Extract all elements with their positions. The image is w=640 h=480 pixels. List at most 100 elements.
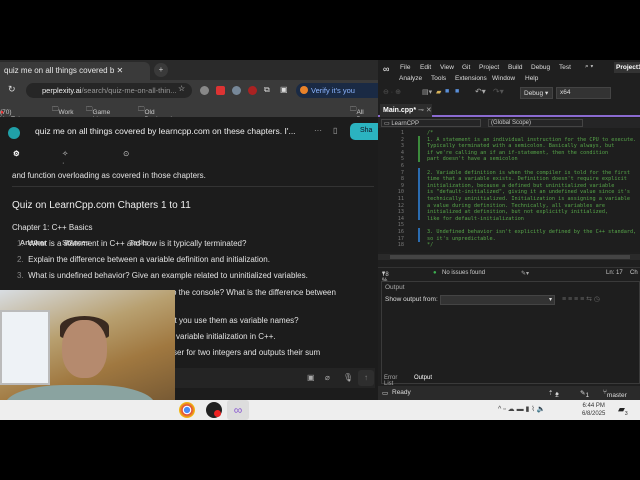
pin-close-icons[interactable]: ⊸ ✕ xyxy=(418,107,432,114)
menu-git[interactable]: Git xyxy=(462,64,470,71)
output-source-dropdown[interactable]: ▾ xyxy=(440,295,555,305)
tab-tasks[interactable]: ⊙ Tasks xyxy=(123,149,148,247)
doc-tab-main-cpp[interactable]: Main.cpp* ⊸ ✕ xyxy=(380,104,432,117)
reload-icon[interactable]: ↻ xyxy=(8,84,16,95)
model-icon[interactable]: ▣ xyxy=(307,373,315,382)
platform-dropdown[interactable]: x64 xyxy=(556,87,611,99)
vs-logo-icon: ∞ xyxy=(383,64,390,74)
code-line: 2. Variable definition is when the compi… xyxy=(427,169,631,176)
system-tray-icons[interactable]: ^ ▫ ☁ ▬ ▮ ⌇ 🔈 xyxy=(498,405,545,413)
line-number: 14 xyxy=(397,215,404,222)
question-text: ser for two integers and outputs their s… xyxy=(173,348,321,357)
code-line: Typically terminated with a semicolon. B… xyxy=(427,143,615,150)
visual-studio-icon[interactable]: ∞ xyxy=(227,400,249,420)
clock[interactable]: 6:44 PM 6/8/2025 xyxy=(582,402,605,418)
project-button[interactable]: Project1 xyxy=(614,62,640,73)
bookmark-icon[interactable]: ▯ xyxy=(333,126,337,135)
bookmark-work[interactable]: 🗀 Work xyxy=(52,105,74,116)
code-editor[interactable]: 1 /* 2 1. A statement is an individual inst… xyxy=(378,128,640,252)
save-icon[interactable]: ■ xyxy=(445,88,449,95)
address-bar[interactable]: perplexity.ai/search/quiz-me-on-all-thin… xyxy=(26,83,192,98)
submit-button[interactable]: ↑ xyxy=(358,370,374,386)
output-title: Output xyxy=(385,284,405,291)
space-icon[interactable] xyxy=(8,127,20,139)
page-title: quiz me on all things covered by learncp… xyxy=(35,126,296,136)
question-text: What is a statement in C++ and how is it… xyxy=(28,239,247,248)
save-all-icon[interactable]: ■ xyxy=(455,88,459,95)
new-project-icon[interactable]: ▤▾ xyxy=(422,88,432,96)
notification-count: 3 xyxy=(624,410,628,417)
notification-icon[interactable]: ▰3 xyxy=(618,404,628,417)
menu-tools[interactable]: Tools xyxy=(431,75,446,82)
edits-indicator[interactable]: ✎ 1 xyxy=(580,389,589,399)
mic-icon[interactable]: 🎙 xyxy=(343,373,353,382)
verify-banner[interactable]: Verify it's you xyxy=(296,83,378,98)
menu-window[interactable]: Window xyxy=(492,75,515,82)
menu-file[interactable]: File xyxy=(400,64,410,71)
app-icon[interactable] xyxy=(206,402,222,418)
menu-edit[interactable]: Edit xyxy=(420,64,431,71)
bookmark-label: Work xyxy=(58,109,74,116)
share-button[interactable]: Sha xyxy=(350,123,378,140)
url-domain: perplexity.ai xyxy=(42,86,82,95)
status-text: Ready xyxy=(392,389,411,396)
menu-help[interactable]: Help xyxy=(525,75,538,82)
scope-dropdown[interactable]: (Global Scope) xyxy=(488,119,583,127)
project-dropdown[interactable]: ▭ LearnCPP xyxy=(381,119,481,127)
extension-icon[interactable] xyxy=(216,86,225,95)
configuration-dropdown[interactable]: Debug ▾ xyxy=(520,87,553,99)
open-icon[interactable]: ▰ xyxy=(436,88,441,96)
scrollbar-thumb[interactable] xyxy=(390,255,630,259)
issues-status[interactable]: No issues found xyxy=(442,270,485,276)
question-text: Explain the difference between a variabl… xyxy=(28,255,270,264)
ublock-icon[interactable] xyxy=(248,86,257,95)
close-tab-icon[interactable]: ✕ xyxy=(117,66,124,75)
menu-build[interactable]: Build xyxy=(508,64,522,71)
config-value: Debug xyxy=(524,90,544,97)
line-number: 10 xyxy=(397,189,404,196)
more-icon[interactable]: ··· xyxy=(314,126,322,135)
attach-icon[interactable]: ⌀ xyxy=(325,373,330,382)
browser-tab[interactable]: quiz me on all things covered b ✕ xyxy=(0,62,150,80)
line-indicator: Ln: 17 xyxy=(606,270,623,276)
menu-analyze[interactable]: Analyze xyxy=(399,75,422,82)
menu-debug[interactable]: Debug xyxy=(531,64,550,71)
new-tab-button[interactable]: + xyxy=(154,63,168,77)
project-dd-value: LearnCPP xyxy=(391,121,420,127)
redo-icon[interactable]: ↷▾ xyxy=(493,87,504,96)
publish-indicator[interactable]: ⇡ 2 ▴ xyxy=(548,389,559,399)
line-number: 16 xyxy=(397,229,404,235)
nav-back-forward-icon[interactable]: ⊖ · ⊕ xyxy=(383,88,401,96)
cleanup-icon[interactable]: ✎▾ xyxy=(521,270,529,277)
menu-project[interactable]: Project xyxy=(479,64,499,71)
bookmarks-bar: ● (70) YouTube 🗀 Work 🗀 Game Ideas 🗀 Old… xyxy=(0,101,378,123)
search-icon[interactable]: ⌕ ▾ xyxy=(585,63,593,71)
menu-view[interactable]: View xyxy=(440,64,454,71)
horizontal-scrollbar[interactable] xyxy=(378,254,640,260)
sidebar-icon[interactable]: ▣ xyxy=(280,85,288,94)
bookmark-old-bookmarks[interactable]: 🗀 Old Bookmarks xyxy=(138,105,177,123)
extension-icon[interactable] xyxy=(232,86,241,95)
branch-indicator[interactable]: ⑂ master xyxy=(603,389,627,399)
tab-sources[interactable]: ✧ Sources · 77 xyxy=(62,149,90,247)
tab-answer[interactable]: ⚙ Answer xyxy=(13,149,47,247)
tab-output[interactable]: Output xyxy=(414,375,432,381)
zoom-dropdown[interactable]: 78 % ▾ xyxy=(382,270,389,284)
puzzle-icon[interactable]: ⧉ xyxy=(264,85,270,95)
menu-test[interactable]: Test xyxy=(559,64,571,71)
line-number: 6 xyxy=(400,163,404,169)
line-number: 12 xyxy=(397,202,404,209)
change-marker xyxy=(418,228,420,242)
star-icon[interactable]: ☆ xyxy=(178,84,185,93)
bookmark-all[interactable]: 🗀 All Bo xyxy=(350,105,364,123)
bookmark-game-ideas[interactable]: 🗀 Game Ideas xyxy=(86,105,110,123)
chrome-icon[interactable] xyxy=(179,402,195,418)
follow-up-composer[interactable]: ▣ ⌀ 🎙 ↑ xyxy=(175,368,375,388)
undo-icon[interactable]: ↶▾ xyxy=(475,87,486,96)
menu-extensions[interactable]: Extensions xyxy=(455,75,487,82)
extension-icon[interactable] xyxy=(200,86,209,95)
code-line: so it's unpredictable. xyxy=(427,235,496,242)
question-text: o the console? What is the difference be… xyxy=(172,288,336,297)
profile-icon xyxy=(300,86,308,94)
output-toolbar-icons[interactable]: ≡ ≡ ≡ ≡ ⇆ ◷ xyxy=(562,295,600,303)
